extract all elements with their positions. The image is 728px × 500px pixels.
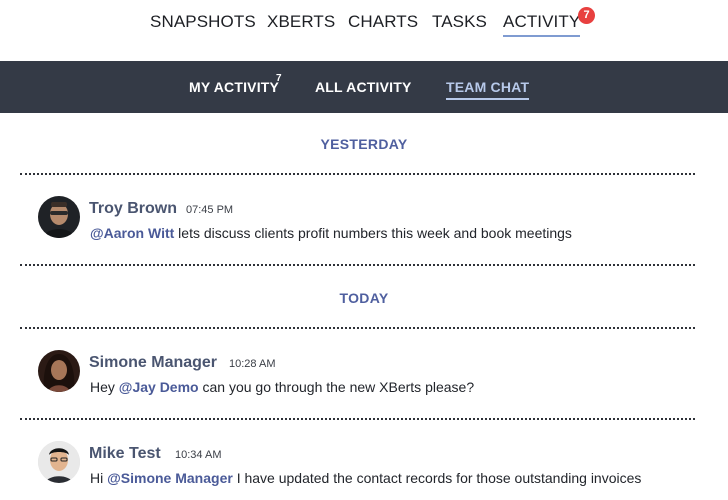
chat-message: Troy Brown 07:45 PM @Aaron Witt lets dis… [38,196,698,246]
tab-active-underline [446,98,530,100]
chat-message: Mike Test 10:34 AM Hi @Simone Manager I … [38,441,698,491]
avatar-mike-test[interactable] [38,441,80,483]
message-time: 10:28 AM [229,358,276,370]
day-label-today: TODAY [339,290,389,306]
chat-message: Simone Manager 10:28 AM Hey @Jay Demo ca… [38,350,698,400]
message-time: 07:45 PM [186,204,234,216]
mention-link[interactable]: @Simone Manager [107,470,233,486]
top-navigation: SNAPSHOTS XBERTS CHARTS TASKS ACTIVITY 7 [0,0,728,61]
divider [20,418,695,420]
activity-subnav: MY ACTIVITY 7 ALL ACTIVITY TEAM CHAT [0,61,728,113]
nav-xberts[interactable]: XBERTS [267,12,335,32]
nav-tasks[interactable]: TASKS [432,12,487,32]
nav-active-underline [503,35,581,37]
nav-activity-label: ACTIVITY [503,12,581,31]
tab-team-chat-label: TEAM CHAT [446,79,530,95]
divider [20,173,695,175]
my-activity-count: 7 [276,73,282,84]
tab-team-chat[interactable]: TEAM CHAT [446,79,530,100]
nav-activity[interactable]: ACTIVITY [503,12,581,37]
message-time: 10:34 AM [175,449,222,461]
divider [20,327,695,329]
message-text: @Aaron Witt lets discuss clients profit … [90,225,572,241]
message-text: Hey @Jay Demo can you go through the new… [90,379,474,395]
message-body: can you go through the new XBerts please… [198,379,475,395]
day-label-yesterday: YESTERDAY [320,136,408,152]
message-body: I have updated the contact records for t… [232,470,642,486]
activity-count-badge: 7 [578,7,595,24]
message-author[interactable]: Mike Test [89,445,161,463]
avatar-troy-brown[interactable] [38,196,80,238]
message-text: Hi @Simone Manager I have updated the co… [90,470,641,486]
mention-link[interactable]: @Aaron Witt [90,225,174,241]
tab-all-activity[interactable]: ALL ACTIVITY [315,79,412,95]
message-prefix: Hey [90,379,119,395]
divider [20,264,695,266]
message-prefix: Hi [90,470,108,486]
message-author[interactable]: Simone Manager [89,354,217,372]
message-author[interactable]: Troy Brown [89,200,177,218]
mention-link[interactable]: @Jay Demo [119,379,199,395]
avatar-simone-manager[interactable] [38,350,80,392]
nav-charts[interactable]: CHARTS [348,12,418,32]
tab-my-activity[interactable]: MY ACTIVITY [189,79,279,95]
message-body: lets discuss clients profit numbers this… [174,225,572,241]
nav-snapshots[interactable]: SNAPSHOTS [150,12,256,32]
